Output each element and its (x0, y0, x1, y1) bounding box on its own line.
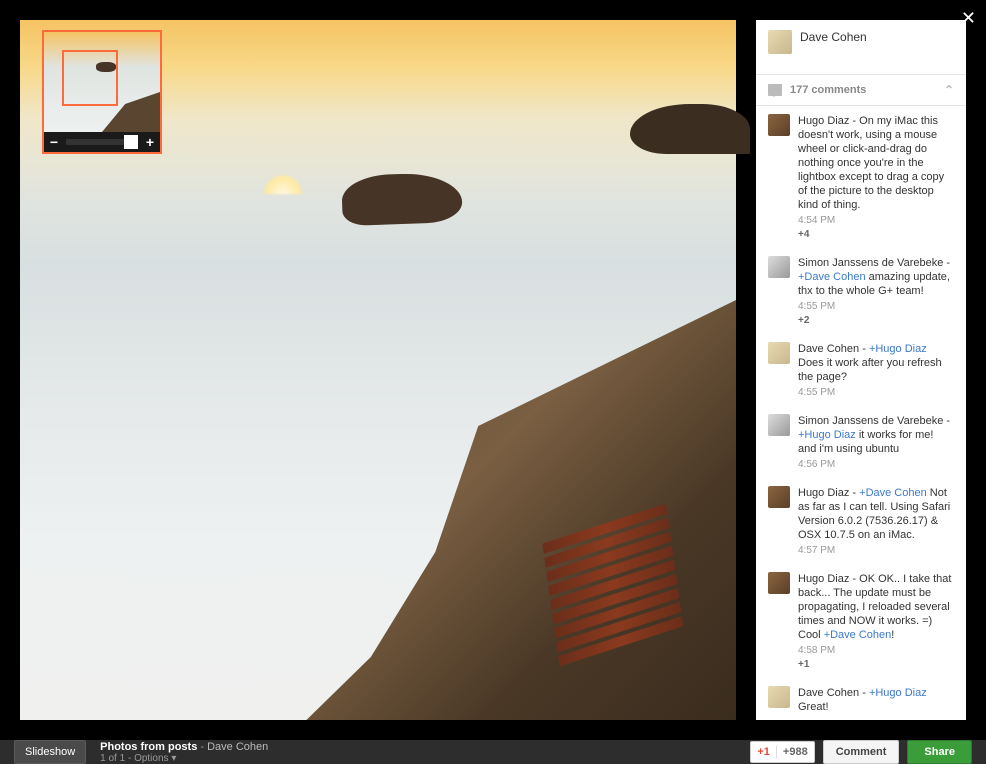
mention-link[interactable]: +Hugo Diaz (798, 429, 856, 441)
comment-item: Hugo Diaz - On my iMac this doesn't work… (756, 106, 966, 248)
mention-link[interactable]: +Dave Cohen (824, 629, 892, 641)
chevron-down-icon: ▾ (171, 753, 176, 764)
plus-one-button[interactable]: +1 +988 (750, 741, 814, 763)
navigator-thumbnail[interactable] (44, 32, 160, 132)
comments-count-label: 177 comments (790, 84, 866, 96)
mention-link[interactable]: +Dave Cohen (798, 271, 866, 283)
comment-item: Simon Janssens de Varebeke - +Hugo Diaz … (756, 406, 966, 478)
comment-timestamp: 4:55 PM (798, 386, 954, 400)
commenter-name[interactable]: Hugo Diaz - (798, 487, 859, 499)
comment-timestamp: 4:58 PM (798, 644, 954, 658)
comment-item: Hugo Diaz - OK OK.. I take that back... … (756, 564, 966, 678)
mention-link[interactable]: +Hugo Diaz (869, 343, 927, 355)
commenter-name[interactable]: Hugo Diaz - (798, 115, 859, 127)
comment-text: Dave Cohen - +Hugo Diaz Great! (798, 686, 954, 714)
author-avatar[interactable] (768, 30, 792, 54)
comment-text: Simon Janssens de Varebeke - +Dave Cohen… (798, 256, 954, 298)
slideshow-button[interactable]: Slideshow (14, 740, 86, 764)
comment-button[interactable]: Comment (823, 740, 900, 764)
commenter-avatar[interactable] (768, 414, 790, 436)
plus-one-count: +988 (776, 746, 808, 758)
comment-text: Hugo Diaz - +Dave Cohen Not as far as I … (798, 486, 954, 542)
mention-link[interactable]: +Dave Cohen (859, 487, 927, 499)
commenter-avatar[interactable] (768, 256, 790, 278)
photo-viewport[interactable]: − + (0, 0, 756, 740)
collapse-comments-icon[interactable]: ⌃ (944, 83, 954, 97)
album-title[interactable]: Photos from posts (100, 741, 197, 753)
commenter-name[interactable]: Dave Cohen - (798, 687, 869, 699)
commenter-avatar[interactable] (768, 572, 790, 594)
commenter-name[interactable]: Hugo Diaz - (798, 573, 859, 585)
zoom-navigator[interactable]: − + (42, 30, 162, 154)
author-name[interactable]: Dave Cohen (800, 30, 867, 44)
comment-timestamp: 4:54 PM (798, 214, 954, 228)
album-sep: - (200, 741, 207, 753)
commenter-avatar[interactable] (768, 486, 790, 508)
commenter-name[interactable]: Dave Cohen - (798, 343, 869, 355)
commenter-name[interactable]: Simon Janssens de Varebeke - (798, 257, 950, 269)
comments-icon (768, 84, 782, 96)
comment-plus-count[interactable]: +1 (798, 658, 954, 672)
commenter-avatar[interactable] (768, 686, 790, 708)
zoom-out-button[interactable]: − (48, 134, 60, 150)
comments-list[interactable]: Hugo Diaz - On my iMac this doesn't work… (756, 106, 966, 720)
comment-plus-count[interactable]: +4 (798, 228, 954, 242)
comment-text: Dave Cohen - +Hugo Diaz Does it work aft… (798, 342, 954, 384)
commenter-avatar[interactable] (768, 342, 790, 364)
zoom-slider[interactable] (66, 139, 138, 145)
mention-link[interactable]: +Hugo Diaz (869, 687, 927, 699)
navigator-viewport-frame[interactable] (62, 50, 118, 106)
comment-item: Dave Cohen - +Hugo Diaz Great! (756, 678, 966, 720)
share-button[interactable]: Share (907, 740, 972, 764)
comment-timestamp: 4:55 PM (798, 300, 954, 314)
comment-text: Hugo Diaz - OK OK.. I take that back... … (798, 572, 954, 642)
photo-counter: 1 of 1 (100, 753, 125, 764)
commenter-name[interactable]: Simon Janssens de Varebeke - (798, 415, 950, 427)
comment-item: Hugo Diaz - +Dave Cohen Not as far as I … (756, 478, 966, 564)
commenter-avatar[interactable] (768, 114, 790, 136)
options-menu[interactable]: Options ▾ (134, 753, 176, 764)
comment-item: Simon Janssens de Varebeke - +Dave Cohen… (756, 248, 966, 334)
comment-text: Simon Janssens de Varebeke - +Hugo Diaz … (798, 414, 954, 456)
zoom-slider-handle[interactable] (124, 135, 138, 149)
comment-timestamp: 4:56 PM (798, 458, 954, 472)
close-button[interactable]: ✕ (961, 8, 976, 29)
comment-item: Dave Cohen - +Hugo Diaz Does it work aft… (756, 334, 966, 406)
comments-sidebar: Dave Cohen 177 comments ⌃ Hugo Diaz - On… (756, 20, 966, 720)
comment-plus-count[interactable]: +2 (798, 314, 954, 328)
zoom-in-button[interactable]: + (144, 134, 156, 150)
comment-timestamp: 4:57 PM (798, 544, 954, 558)
album-author[interactable]: Dave Cohen (207, 741, 268, 753)
bottom-toolbar: Slideshow Photos from posts - Dave Cohen… (0, 740, 986, 764)
comment-text: Hugo Diaz - On my iMac this doesn't work… (798, 114, 954, 212)
